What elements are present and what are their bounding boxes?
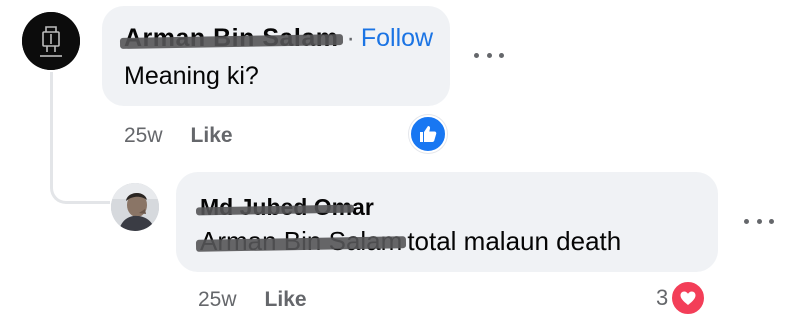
- mention-tag[interactable]: Arman Bin Salam: [195, 226, 407, 257]
- reply-body-text: total malaun death: [407, 226, 622, 256]
- avatar-logo-icon: [22, 12, 80, 70]
- comment-meta-row: 25w Like: [124, 124, 233, 148]
- follow-button[interactable]: Follow: [361, 24, 433, 53]
- thumbs-up-icon: [420, 126, 437, 142]
- like-reaction-icon[interactable]: [409, 115, 447, 153]
- heart-icon: [680, 291, 696, 305]
- commenter-avatar[interactable]: [22, 12, 80, 70]
- reply-reactions[interactable]: 3: [656, 280, 707, 316]
- reply-timestamp[interactable]: 25w: [198, 288, 237, 312]
- comment-bubble: Arman Bin Salam · Follow Meaning ki?: [102, 6, 450, 106]
- comment-timestamp[interactable]: 25w: [124, 124, 163, 148]
- reply-meta-row: 25w Like: [198, 288, 307, 312]
- reply-author-avatar[interactable]: [111, 183, 159, 231]
- avatar-photo-icon: [111, 183, 159, 231]
- reply-thread-line: [50, 72, 110, 204]
- comment-author-name[interactable]: Arman Bin Salam: [119, 24, 343, 53]
- love-reaction-icon: [670, 280, 707, 316]
- reply-author-name[interactable]: Md Jubed Omar: [195, 194, 374, 221]
- comment-like-button[interactable]: Like: [191, 124, 233, 148]
- reply-more-options-icon[interactable]: [744, 210, 774, 232]
- comment-text: Meaning ki?: [124, 62, 259, 90]
- reply-text: Arman Bin Salam total malaun death: [195, 226, 622, 257]
- reaction-count: 3: [656, 285, 669, 310]
- reply-bubble: Md Jubed Omar Arman Bin Salam total mala…: [176, 172, 718, 272]
- comment-more-options-icon[interactable]: [474, 44, 504, 66]
- separator-dot: ·: [346, 24, 355, 52]
- comment-header: Arman Bin Salam · Follow: [119, 24, 433, 53]
- reply-like-button[interactable]: Like: [265, 288, 307, 312]
